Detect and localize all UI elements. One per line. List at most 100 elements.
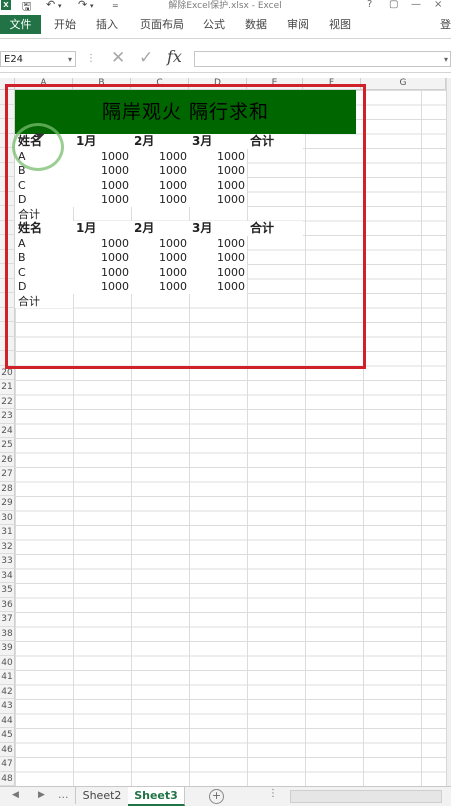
table2-header-name[interactable]: 姓名: [15, 221, 73, 236]
row-header[interactable]: 46: [0, 742, 15, 757]
tab-view[interactable]: 视图: [329, 15, 351, 34]
row-header[interactable]: 45: [0, 728, 15, 743]
table1-cell[interactable]: 1000: [189, 163, 247, 178]
undo-icon[interactable]: ↶: [46, 0, 55, 11]
row-header[interactable]: [0, 235, 15, 250]
tab-formulas[interactable]: 公式: [203, 15, 225, 34]
row-header[interactable]: [0, 148, 15, 163]
table1-row-name[interactable]: D: [15, 192, 73, 207]
insert-function-icon[interactable]: fx: [167, 47, 182, 66]
table2-header-jan[interactable]: 1月: [73, 221, 131, 236]
cancel-icon[interactable]: ✕: [111, 48, 125, 68]
table2-row-name[interactable]: C: [15, 264, 73, 279]
row-header[interactable]: 48: [0, 771, 15, 786]
table1-cell[interactable]: 1000: [189, 177, 247, 192]
tab-split-handle-icon[interactable]: ⋮: [268, 788, 278, 799]
row-header[interactable]: 34: [0, 568, 15, 583]
horizontal-scrollbar[interactable]: [290, 790, 442, 803]
title-banner[interactable]: 隔岸观火 隔行求和: [15, 90, 356, 134]
row-header[interactable]: [0, 162, 15, 177]
table1-header-total[interactable]: 合计: [247, 134, 303, 149]
row-header[interactable]: 22: [0, 394, 15, 409]
row-header[interactable]: 37: [0, 612, 15, 627]
table2-cell[interactable]: 1000: [131, 235, 189, 250]
row-header[interactable]: [0, 220, 15, 235]
row-header[interactable]: [0, 307, 15, 322]
row-header[interactable]: 24: [0, 423, 15, 438]
row-header[interactable]: 20: [0, 365, 15, 380]
table2-cell[interactable]: 1000: [73, 264, 131, 279]
table2-cell[interactable]: 1000: [189, 235, 247, 250]
add-sheet-button[interactable]: +: [209, 789, 224, 804]
column-header-d[interactable]: D: [189, 78, 247, 90]
row-header[interactable]: [0, 191, 15, 206]
column-header-b[interactable]: B: [73, 78, 131, 90]
row-header[interactable]: [0, 351, 15, 366]
row-header[interactable]: 44: [0, 713, 15, 728]
tab-page-layout[interactable]: 页面布局: [140, 15, 184, 34]
row-header[interactable]: [0, 322, 15, 337]
table1-cell[interactable]: 1000: [73, 192, 131, 207]
row-header[interactable]: 40: [0, 655, 15, 670]
row-header[interactable]: [0, 206, 15, 221]
row-header[interactable]: 38: [0, 626, 15, 641]
row-header[interactable]: 42: [0, 684, 15, 699]
table1-cell[interactable]: 1000: [131, 148, 189, 163]
row-header[interactable]: 23: [0, 409, 15, 424]
tab-home[interactable]: 开始: [54, 15, 76, 34]
table2-row-name[interactable]: D: [15, 279, 73, 294]
table1-cell[interactable]: 1000: [189, 192, 247, 207]
vertical-scrollbar[interactable]: [446, 78, 451, 786]
table2-cell[interactable]: 1000: [131, 264, 189, 279]
row-header[interactable]: 26: [0, 452, 15, 467]
row-header[interactable]: 21: [0, 380, 15, 395]
table1-header-feb[interactable]: 2月: [131, 134, 189, 149]
row-header[interactable]: 35: [0, 583, 15, 598]
column-header-e[interactable]: E: [247, 78, 303, 90]
resize-handle-icon[interactable]: ⋮: [86, 53, 96, 64]
row-header[interactable]: [0, 293, 15, 308]
table2-cell[interactable]: 1000: [189, 279, 247, 294]
chevron-down-icon[interactable]: ▾: [68, 52, 72, 68]
table2-header-mar[interactable]: 3月: [189, 221, 247, 236]
row-header[interactable]: [0, 90, 15, 105]
table2-cell[interactable]: 1000: [73, 250, 131, 265]
row-header[interactable]: 32: [0, 539, 15, 554]
sign-in-link[interactable]: 登: [440, 15, 451, 34]
table2-total-label[interactable]: 合计: [15, 293, 73, 308]
table1-cell[interactable]: 1000: [131, 163, 189, 178]
table2-cell[interactable]: 1000: [189, 250, 247, 265]
column-header-g[interactable]: G: [361, 78, 446, 90]
table1-row-name[interactable]: C: [15, 177, 73, 192]
table2-cell[interactable]: 1000: [131, 279, 189, 294]
table1-cell[interactable]: 1000: [189, 148, 247, 163]
undo-dropdown-icon[interactable]: ▾: [58, 2, 62, 10]
name-box[interactable]: E24 ▾: [0, 51, 76, 67]
row-header[interactable]: 28: [0, 481, 15, 496]
tab-insert[interactable]: 插入: [96, 15, 118, 34]
table2-cell[interactable]: 1000: [73, 279, 131, 294]
row-header[interactable]: 30: [0, 510, 15, 525]
row-header[interactable]: 39: [0, 641, 15, 656]
row-header[interactable]: [0, 133, 15, 148]
column-header-f[interactable]: F: [303, 78, 361, 90]
expand-formula-bar-icon[interactable]: ▾: [444, 52, 448, 68]
next-sheet-icon[interactable]: ▶: [38, 790, 45, 800]
row-header[interactable]: 29: [0, 496, 15, 511]
row-header[interactable]: [0, 119, 15, 134]
close-button[interactable]: ×: [434, 0, 442, 10]
ribbon-display-button[interactable]: ▢: [389, 0, 398, 10]
enter-check-icon[interactable]: ✓: [139, 48, 153, 68]
row-header[interactable]: [0, 264, 15, 279]
table2-cell[interactable]: 1000: [73, 235, 131, 250]
prev-sheet-icon[interactable]: ◀: [12, 790, 19, 800]
table2-header-feb[interactable]: 2月: [131, 221, 189, 236]
table1-row-name[interactable]: B: [15, 163, 73, 178]
row-header[interactable]: [0, 278, 15, 293]
table2-header-total[interactable]: 合计: [247, 221, 303, 236]
table1-row-name[interactable]: A: [15, 148, 73, 163]
more-sheets-button[interactable]: ...: [58, 788, 69, 801]
table2-cell[interactable]: 1000: [189, 264, 247, 279]
tab-review[interactable]: 审阅: [287, 15, 309, 34]
redo-dropdown-icon[interactable]: ▾: [90, 2, 94, 10]
